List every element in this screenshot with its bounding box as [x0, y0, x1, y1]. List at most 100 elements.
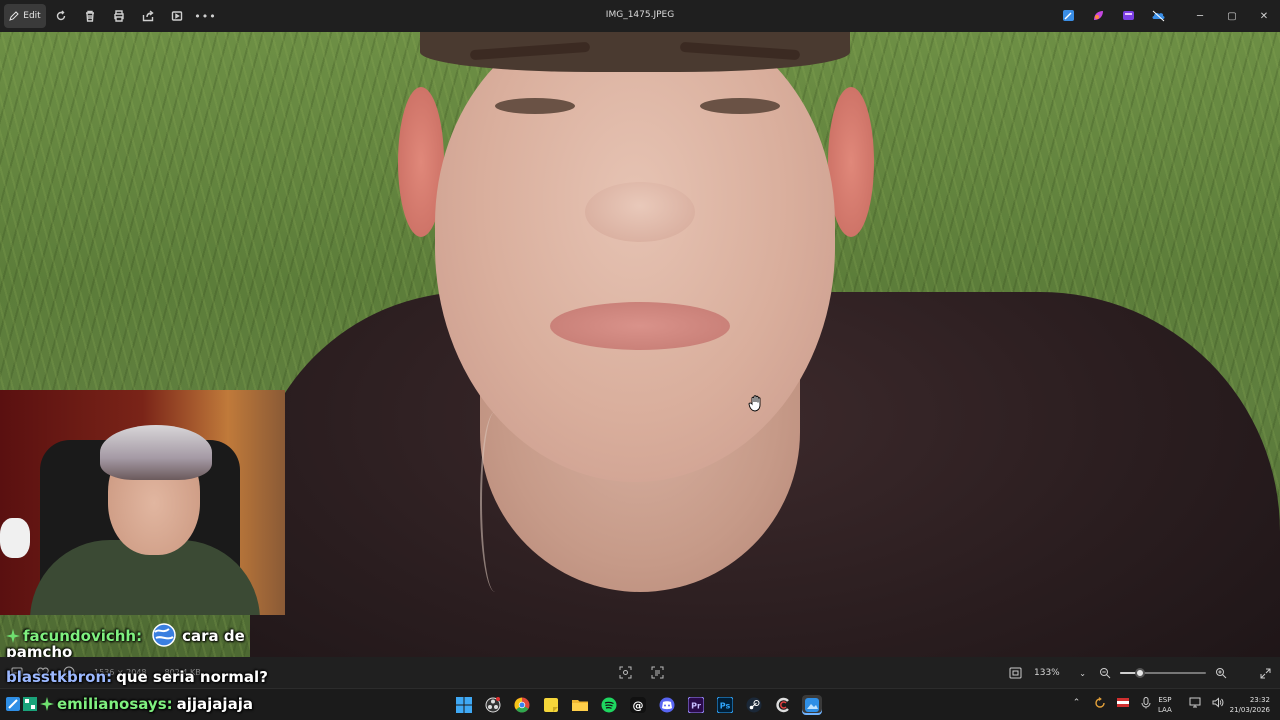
- language-code: ESP: [1158, 696, 1172, 704]
- photo-subject-chain: [480, 412, 510, 592]
- webcam-overlay: [0, 390, 285, 615]
- minimize-button[interactable]: ─: [1184, 0, 1216, 32]
- rotate-button[interactable]: [46, 4, 75, 28]
- sparkle-badge-icon: [40, 697, 54, 711]
- webcam-plush: [0, 518, 30, 558]
- clock-button[interactable]: 23:32 21/03/2026: [1222, 695, 1270, 715]
- taskbar-threads[interactable]: @: [628, 695, 648, 715]
- premiere-pro-icon: Pr: [688, 697, 704, 713]
- photos-edit-app-button[interactable]: [1060, 7, 1077, 24]
- threads-icon: @: [630, 697, 646, 713]
- tray-flag-button[interactable]: [1116, 696, 1129, 709]
- chevron-down-icon: ⌄: [1079, 668, 1086, 678]
- taskbar-sticky-notes[interactable]: [541, 695, 561, 715]
- show-hidden-icons-button[interactable]: ⌃: [1070, 696, 1083, 709]
- onedrive-button[interactable]: [1150, 7, 1167, 24]
- clipchamp-app-button[interactable]: [1120, 7, 1137, 24]
- photos-app-icon: [805, 698, 819, 712]
- photoshop-icon: Ps: [717, 697, 733, 713]
- zoom-slider[interactable]: [1120, 666, 1206, 680]
- spotify-icon: [601, 697, 617, 713]
- start-button[interactable]: [454, 695, 474, 715]
- more-icon: •••: [194, 9, 217, 23]
- chat-username: blasstkbron:: [6, 668, 113, 686]
- chat-message-text: ajjajajaja: [176, 695, 253, 713]
- chat-message-2: blasstkbron: que seria normal?: [6, 668, 268, 686]
- expand-icon: [1260, 668, 1270, 678]
- pixel-badge-icon: [23, 697, 37, 711]
- taskbar-chrome[interactable]: [512, 695, 532, 715]
- chat-message-text: que seria normal?: [116, 668, 268, 686]
- zoom-in-icon: [1216, 668, 1227, 679]
- folder-icon: [572, 700, 588, 711]
- svg-text:Ps: Ps: [720, 702, 731, 711]
- viewer-zoom-tools: 133% ⌄: [1008, 664, 1272, 682]
- photo-subject-left-eye: [495, 98, 575, 114]
- flag-icon: [1116, 698, 1129, 707]
- photos-badge-icon: [6, 697, 20, 711]
- visual-search-icon: [619, 666, 631, 678]
- taskbar-photos[interactable]: [802, 695, 822, 715]
- close-button[interactable]: ✕: [1248, 0, 1280, 32]
- photo-subject-nose: [585, 182, 695, 242]
- microphone-button[interactable]: [1139, 696, 1152, 709]
- input-language-button[interactable]: ESP LAA: [1158, 695, 1172, 715]
- share-button[interactable]: [133, 4, 162, 28]
- taskbar-photoshop[interactable]: Ps: [715, 695, 735, 715]
- taskbar-steam[interactable]: [744, 695, 764, 715]
- steam-icon: [746, 697, 762, 713]
- file-name: IMG_1475.JPEG: [605, 10, 675, 20]
- zoom-in-button[interactable]: [1214, 666, 1228, 680]
- webcam-streamer-hair: [100, 425, 212, 480]
- clipchamp-icon: [1123, 11, 1134, 20]
- onedrive-offline-icon: [1152, 10, 1165, 22]
- delete-icon: [85, 10, 94, 22]
- designer-icon: [1094, 11, 1103, 20]
- sync-icon: [1094, 696, 1105, 708]
- zoom-slider-thumb[interactable]: [1135, 668, 1145, 678]
- print-button[interactable]: [104, 4, 133, 28]
- copy-text-button[interactable]: [650, 665, 664, 679]
- edit-label: Edit: [23, 11, 41, 21]
- print-icon: [113, 10, 124, 22]
- tray-sync-button[interactable]: [1093, 696, 1106, 709]
- photo-subject-right-ear: [828, 87, 874, 237]
- fit-to-window-button[interactable]: [1008, 666, 1022, 680]
- photo-subject-right-eye: [700, 98, 780, 114]
- photos-app-window: Edit ••• IMG_1475.JPEG ─ ▢ ✕ facundovich…: [0, 0, 1280, 720]
- quick-settings[interactable]: [1188, 696, 1224, 709]
- system-tray: ⌃: [1070, 696, 1152, 709]
- zoom-dropdown[interactable]: 133% ⌄: [1030, 664, 1090, 682]
- microphone-icon: [1141, 696, 1150, 708]
- viewer-center-tools: [618, 665, 664, 679]
- clock-date: 21/03/2026: [1229, 706, 1270, 714]
- minimize-icon: ─: [1196, 10, 1204, 22]
- sparkle-badge-icon: [6, 629, 20, 643]
- svg-text:@: @: [633, 699, 644, 712]
- edit-button[interactable]: Edit: [4, 4, 46, 28]
- clock-time: 23:32: [1249, 696, 1270, 704]
- chat-username: emilianosays:: [57, 695, 173, 713]
- svg-text:Pr: Pr: [691, 702, 701, 711]
- delete-button[interactable]: [75, 4, 104, 28]
- globe-emote-icon: [152, 623, 176, 647]
- designer-app-button[interactable]: [1090, 7, 1107, 24]
- keyboard-layout: LAA: [1158, 706, 1172, 714]
- full-screen-button[interactable]: [1258, 666, 1272, 680]
- scan-text-icon: [651, 666, 663, 678]
- taskbar-ccleaner[interactable]: [773, 695, 793, 715]
- chrome-icon: [514, 697, 530, 713]
- visual-search-button[interactable]: [618, 665, 632, 679]
- maximize-button[interactable]: ▢: [1216, 0, 1248, 32]
- more-button[interactable]: •••: [191, 4, 220, 28]
- taskbar-obs[interactable]: [483, 695, 503, 715]
- zoom-out-icon: [1100, 668, 1111, 679]
- hand-cursor-icon: [748, 395, 761, 412]
- zoom-out-button[interactable]: [1098, 666, 1112, 680]
- slideshow-button[interactable]: [162, 4, 191, 28]
- fit-window-icon: [1009, 667, 1021, 679]
- taskbar-discord[interactable]: [657, 695, 677, 715]
- taskbar-premiere[interactable]: Pr: [686, 695, 706, 715]
- taskbar-spotify[interactable]: [599, 695, 619, 715]
- taskbar-file-explorer[interactable]: [570, 695, 590, 715]
